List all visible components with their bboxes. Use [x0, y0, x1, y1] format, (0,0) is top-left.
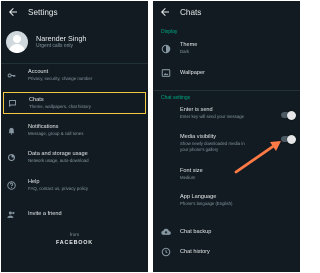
setting-label: Media visibility [180, 134, 217, 140]
settings-item-notifications[interactable]: Notifications Message, group & call tone… [1, 120, 148, 140]
settings-item-invite[interactable]: Invite a friend [1, 204, 148, 224]
settings-item-description: Message, group & call tones [28, 130, 84, 136]
settings-item-data-storage[interactable]: Data and storage usage Network usage, au… [1, 147, 148, 167]
setting-app-language[interactable]: App Language Phone's language (English) [153, 194, 300, 207]
setting-label: Font size [180, 168, 203, 174]
key-icon [7, 73, 16, 77]
people-icon [7, 211, 15, 218]
history-icon [161, 247, 171, 257]
setting-label: Chat history [180, 248, 210, 255]
setting-label: Chat backup [180, 228, 212, 235]
setting-value: Medium [180, 175, 196, 180]
avatar [6, 31, 28, 53]
settings-item-description: Privacy, security, change number [28, 75, 93, 81]
setting-label: Enter is send [180, 107, 213, 113]
setting-description: Enter key will send your message [180, 114, 245, 119]
settings-item-label: Account [28, 68, 49, 75]
setting-label: Wallpaper [180, 69, 205, 76]
media-visibility-toggle[interactable] [281, 134, 296, 144]
page-title: Chats [180, 7, 202, 17]
profile-row[interactable]: Narender Singh Urgent calls only [1, 26, 148, 58]
setting-label: App Language [180, 194, 217, 200]
settings-top-bar: Settings [1, 1, 148, 23]
help-icon [7, 180, 16, 190]
settings-item-label: Help [28, 178, 40, 185]
settings-item-description: Theme, wallpapers, chat history [29, 103, 91, 109]
settings-item-chats[interactable]: Chats Theme, wallpapers, chat history [3, 92, 146, 114]
profile-name: Narender Singh [36, 34, 87, 43]
theme-icon [161, 44, 171, 53]
section-header-chat-settings: Chat settings [161, 95, 191, 101]
section-header-display: Display [161, 29, 178, 35]
divider [153, 90, 300, 91]
setting-media-visibility[interactable]: Media visibility Show newly downloaded m… [153, 134, 300, 153]
divider [1, 63, 148, 64]
setting-wallpaper[interactable]: Wallpaper [153, 68, 300, 78]
setting-label: Theme [180, 42, 198, 48]
setting-value: Dark [180, 49, 190, 54]
setting-font-size[interactable]: Font size Medium [153, 168, 300, 181]
profile-status: Urgent calls only [36, 43, 73, 49]
back-arrow-icon[interactable] [159, 6, 171, 18]
settings-item-label: Data and storage usage [28, 150, 88, 157]
setting-enter-is-send[interactable]: Enter is send Enter key will send your m… [153, 107, 300, 120]
chats-top-bar: Chats [153, 1, 300, 23]
settings-item-help[interactable]: Help FAQ, contact us, privacy policy [1, 175, 148, 195]
setting-description: your phone's gallery [180, 147, 219, 152]
page-title: Settings [28, 7, 58, 17]
setting-chat-backup[interactable]: Chat backup [153, 227, 300, 237]
setting-chat-history[interactable]: Chat history [153, 247, 300, 257]
settings-item-description: FAQ, contact us, privacy policy [28, 185, 89, 191]
chats-settings-screen: Chats Display Theme Dark Wallpaper Chat … [153, 1, 300, 272]
settings-item-description: Network usage, auto-download [28, 157, 89, 163]
settings-screen: Settings Narender Singh Urgent calls onl… [1, 1, 148, 272]
back-arrow-icon[interactable] [7, 6, 19, 18]
settings-item-label: Chats [29, 96, 44, 103]
bell-icon [8, 127, 15, 135]
chat-icon [9, 99, 16, 107]
cloud-backup-icon [161, 228, 171, 235]
wallpaper-icon [161, 69, 171, 77]
from-label: from [69, 232, 80, 237]
data-usage-icon [7, 153, 16, 161]
setting-theme[interactable]: Theme Dark [153, 42, 300, 55]
setting-value: Phone's language (English) [180, 201, 233, 206]
facebook-brand: FACEBOOK [56, 240, 93, 246]
enter-is-send-toggle[interactable] [281, 110, 296, 120]
settings-item-label: Notifications [28, 123, 59, 130]
settings-item-account[interactable]: Account Privacy, security, change number [1, 65, 148, 85]
settings-item-label: Invite a friend [28, 210, 62, 217]
